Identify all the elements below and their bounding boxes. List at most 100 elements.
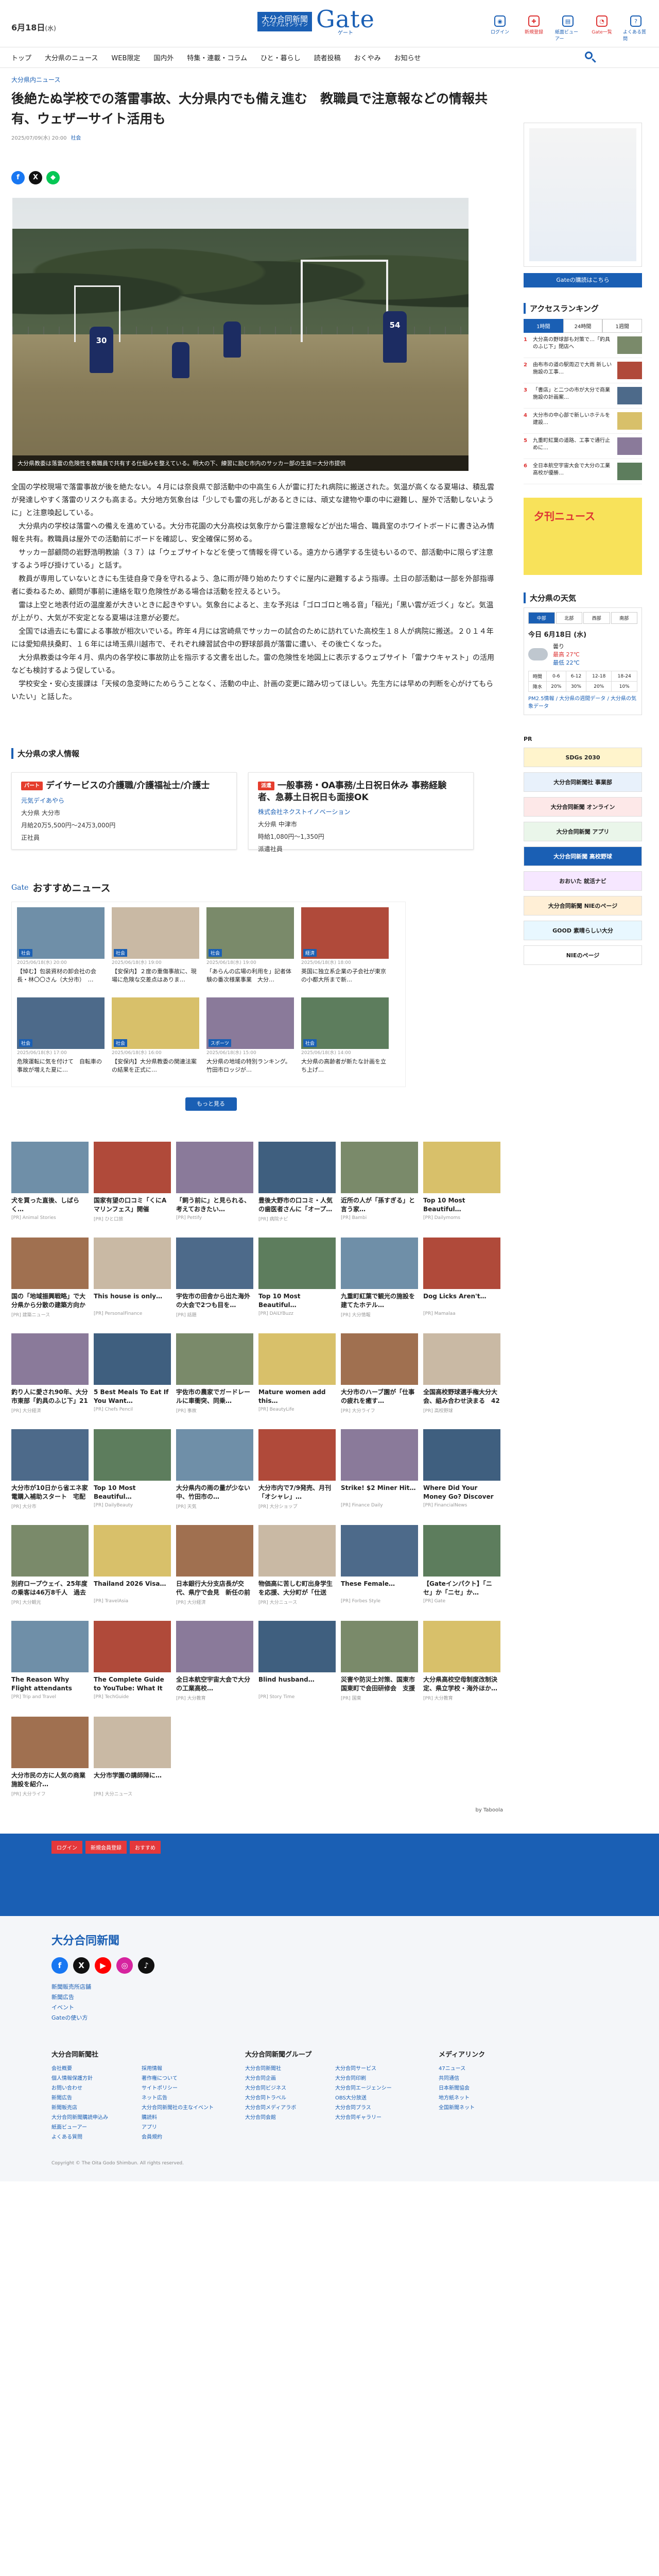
sponsored-card[interactable]: 近所の人が「孫すぎる」と言う家… [PR] Bambi bbox=[341, 1142, 418, 1222]
help-button[interactable]: ? よくある質問 bbox=[623, 15, 649, 42]
weather-tab-north[interactable]: 北部 bbox=[556, 612, 582, 624]
footer-register-button[interactable]: 新規会員登録 bbox=[85, 1841, 127, 1854]
footer-recommend-button[interactable]: おすすめ bbox=[130, 1841, 161, 1854]
login-button[interactable]: ◉ ログイン bbox=[487, 15, 513, 42]
footer-link[interactable]: 新聞広告 bbox=[51, 1992, 608, 2003]
sidebar-banner[interactable]: NIEのページ bbox=[524, 945, 642, 965]
tab-1w[interactable]: 1週間 bbox=[602, 319, 643, 333]
sponsored-card[interactable]: 全国高校野球選手権大分大会、組み合わせ決まる 42校41チーム… [PR] 高校野… bbox=[423, 1333, 500, 1414]
sponsored-card[interactable]: 大分市が10日から省エネ家電購入補助スタート 宅配ボックス… [PR] 大分市 bbox=[11, 1429, 89, 1510]
sponsored-card[interactable]: This house is only… [PR] PersonalFinance bbox=[94, 1238, 171, 1318]
footer-link[interactable]: 会社概要 bbox=[51, 2064, 136, 2072]
sponsored-card[interactable]: 宇佐市の田舎から出た海外の大会で2つも目を… [PR] 話題 bbox=[176, 1238, 253, 1318]
sponsored-card[interactable]: 国家有望の口コミ「くにAマリンフェス」開催 [PR] ひと口旅 bbox=[94, 1142, 171, 1222]
reco-card[interactable]: 社会 2025/06/18(水) 19:00 「あらんの広場の利用を」記者体験の番次… bbox=[206, 907, 294, 991]
footer-link[interactable]: 大分合同新聞購読申込み bbox=[51, 2113, 136, 2121]
footer-link[interactable]: 会員規約 bbox=[142, 2132, 227, 2140]
sponsored-card[interactable]: 全日本航空宇宙大会で大分の工業高校… [PR] 大分教育 bbox=[176, 1621, 253, 1701]
reco-card[interactable]: 社会 2025/06/18(水) 19:00 【安保内】２度の重傷事故に、現場に危険… bbox=[112, 907, 199, 991]
facebook-icon[interactable]: f bbox=[51, 1957, 68, 1974]
gate-list-button[interactable]: ◔ Gate一覧 bbox=[589, 15, 615, 42]
footer-link[interactable]: 大分合同メディアラボ bbox=[245, 2103, 330, 2111]
reco-card[interactable]: 社会 2025/06/18(水) 14:00 大分県の高齢者が新たな計画を立ち上げ… bbox=[301, 997, 389, 1081]
job-card[interactable]: 派遣 一般事務・OA事務/土日祝日休み 事務経験者、急募土日祝日も面接OK 株式会… bbox=[248, 772, 474, 853]
nav-domestic[interactable]: 国内外 bbox=[153, 53, 174, 62]
sponsored-card[interactable]: 日本銀行大分支店長が交代、県庁で会見 新任の前田氏「地元… [PR] 大分経済 bbox=[176, 1525, 253, 1605]
tiktok-icon[interactable]: ♪ bbox=[138, 1957, 154, 1974]
instagram-icon[interactable]: ◎ bbox=[116, 1957, 133, 1974]
nav-life[interactable]: ひと・暮らし bbox=[261, 53, 301, 62]
x-icon[interactable]: X bbox=[29, 171, 42, 184]
article-category[interactable]: 社会 bbox=[71, 135, 81, 141]
footer-link[interactable]: ネット広告 bbox=[142, 2093, 227, 2101]
footer-link[interactable]: 大分合同ビジネス bbox=[245, 2083, 330, 2091]
taboola-credit[interactable]: by Taboola bbox=[11, 1807, 503, 1813]
ranking-item[interactable]: 1 大分高の野球部も対策で…「釣具のふじ下」閉店へ bbox=[524, 333, 642, 358]
sponsored-card[interactable]: Top 10 Most Beautiful… [PR] DAILYBuzz bbox=[258, 1238, 336, 1318]
footer-link[interactable]: 大分合同新聞社 bbox=[245, 2064, 330, 2072]
nav-reader-posts[interactable]: 読者投稿 bbox=[314, 53, 341, 62]
sponsored-card[interactable]: 大分市民の方に人気の商業施設を紹介… [PR] 大分ライフ bbox=[11, 1717, 89, 1797]
ranking-item[interactable]: 2 由布市の道の駅周辺で大雨 新しい施設の工事… bbox=[524, 358, 642, 383]
footer-link[interactable]: 日本新聞協会 bbox=[439, 2083, 531, 2091]
sponsored-card[interactable]: Thailand 2026 Visa… [PR] TravelAsia bbox=[94, 1525, 171, 1605]
paper-viewer-button[interactable]: ▤ 紙面ビューアー bbox=[555, 15, 581, 42]
search-icon[interactable] bbox=[585, 52, 597, 64]
sidebar-banner[interactable]: 大分合同新聞 高校野球 bbox=[524, 846, 642, 866]
sponsored-card[interactable]: Blind husband… [PR] Story Time bbox=[258, 1621, 336, 1701]
sidebar-banner[interactable]: 大分合同新聞 アプリ bbox=[524, 822, 642, 841]
sponsored-card[interactable]: These Female… [PR] Forbes Style bbox=[341, 1525, 418, 1605]
tab-1h[interactable]: 1時間 bbox=[524, 319, 563, 333]
sponsored-card[interactable]: 大分市内で7/9発売、月刊「オシャレ」… [PR] 大分ショップ bbox=[258, 1429, 336, 1510]
sponsored-card[interactable]: 大分市学園の講師陣に… [PR] 大分ニュース bbox=[94, 1717, 171, 1797]
reco-card[interactable]: スポーツ 2025/06/18(水) 15:00 大分県の地域の特別ランキング。竹田… bbox=[206, 997, 294, 1081]
sponsored-card[interactable]: 【Gateインパクト】「ニセ」か「ニセ」か… [PR] Gate bbox=[423, 1525, 500, 1605]
ranking-item[interactable]: 3 「書店」と二つの市が大分で商業施設の計画案… bbox=[524, 383, 642, 409]
weather-tab-central[interactable]: 中部 bbox=[528, 612, 555, 624]
side-ad[interactable] bbox=[524, 123, 642, 267]
reco-card[interactable]: 社会 2025/06/18(水) 16:00 【安保内】大分県教委の関連法案の結果を… bbox=[112, 997, 199, 1081]
x-icon[interactable]: X bbox=[73, 1957, 90, 1974]
footer-link[interactable]: 大分合同印刷 bbox=[335, 2074, 420, 2081]
footer-link[interactable]: 全国新聞ネット bbox=[439, 2103, 531, 2111]
footer-link[interactable]: 大分合同企画 bbox=[245, 2074, 330, 2081]
footer-link[interactable]: 大分合同ギャラリー bbox=[335, 2113, 420, 2121]
sponsored-card[interactable]: Mature women add this… [PR] BeautyLife bbox=[258, 1333, 336, 1414]
ranking-item[interactable]: 4 大分市の中心部で新しいホテルを建設… bbox=[524, 409, 642, 434]
sponsored-card[interactable]: 大分市のハーブ園が「仕事の疲れを癒す… [PR] 大分ライフ bbox=[341, 1333, 418, 1414]
nav-features[interactable]: 特集・連載・コラム bbox=[187, 53, 247, 62]
line-icon[interactable]: ◆ bbox=[46, 171, 60, 184]
sidebar-banner[interactable]: 大分合同新聞 オンライン bbox=[524, 797, 642, 817]
footer-link[interactable]: 紙面ビューアー bbox=[51, 2123, 136, 2130]
promo-banner[interactable]: 夕刊ニュース bbox=[524, 498, 642, 575]
sponsored-card[interactable]: 大分県内の雨の量が少ない中、竹田市の… [PR] 天気 bbox=[176, 1429, 253, 1510]
footer-link[interactable]: よくある質問 bbox=[51, 2132, 136, 2140]
weather-tab-south[interactable]: 南部 bbox=[611, 612, 637, 624]
sponsored-card[interactable]: The Reason Why Flight attendants can't… [… bbox=[11, 1621, 89, 1701]
footer-link[interactable]: 共同通信 bbox=[439, 2074, 531, 2081]
nav-top[interactable]: トップ bbox=[11, 53, 31, 62]
sponsored-card[interactable]: 別府ロープウェイ、25年度の乗客は46万8千人 過去最多更新… [PR] 大分観光 bbox=[11, 1525, 89, 1605]
footer-link[interactable]: 47ニュース bbox=[439, 2064, 531, 2072]
sponsored-card[interactable]: 釣り人に愛され90年、大分市東部「釣具のふじ下」21日で閉店 [PR] 大分経済 bbox=[11, 1333, 89, 1414]
sponsored-card[interactable]: Where Did Your Money Go? Discover the hi… bbox=[423, 1429, 500, 1510]
sponsored-card[interactable]: 豊後大野市の口コミ・人気の歯医者さんに「オープ… [PR] 病院ナビ bbox=[258, 1142, 336, 1222]
subscribe-button[interactable]: Gateの購読はこちら bbox=[524, 273, 642, 287]
sponsored-card[interactable]: 九重町紅葉で観光の施設を建てたホテル… [PR] 大分情報 bbox=[341, 1238, 418, 1318]
sidebar-banner[interactable]: SDGs 2030 bbox=[524, 748, 642, 767]
sponsored-card[interactable]: 物価高に苦しむ町出身学生を応援、大分町が「仕送り」… [PR] 大分ニュース bbox=[258, 1525, 336, 1605]
footer-link[interactable]: 著作権について bbox=[142, 2074, 227, 2081]
footer-link[interactable]: 個人情報保護方針 bbox=[51, 2074, 136, 2081]
footer-link[interactable]: アプリ bbox=[142, 2123, 227, 2130]
footer-link[interactable]: 大分合同トラベル bbox=[245, 2093, 330, 2101]
footer-link[interactable]: 購読料 bbox=[142, 2113, 227, 2121]
weather-links[interactable]: PM2.5情報 / 大分県の週間データ / 大分県の気象データ bbox=[528, 695, 637, 710]
reco-card[interactable]: 社会 2025/06/18(水) 20:00 【悼む】包装資材の卸会社の会長・林〇〇… bbox=[17, 907, 105, 991]
sponsored-card[interactable]: 「飼う前に」と見られる、考えておきたい… [PR] Pettify bbox=[176, 1142, 253, 1222]
sponsored-card[interactable]: 災害や防災土対策、国東市国東町で会田研修会 支援に備え… [PR] 国東 bbox=[341, 1621, 418, 1701]
footer-link[interactable]: 新聞販売店 bbox=[51, 2103, 136, 2111]
footer-link[interactable]: Gateの使い方 bbox=[51, 2013, 608, 2023]
footer-link[interactable]: OBS大分放送 bbox=[335, 2093, 420, 2101]
sponsored-card[interactable]: 5 Best Meals To Eat If You Want… [PR] Che… bbox=[94, 1333, 171, 1414]
sponsored-card[interactable]: Dog Licks Aren't… [PR] Mamalaa bbox=[423, 1238, 500, 1318]
